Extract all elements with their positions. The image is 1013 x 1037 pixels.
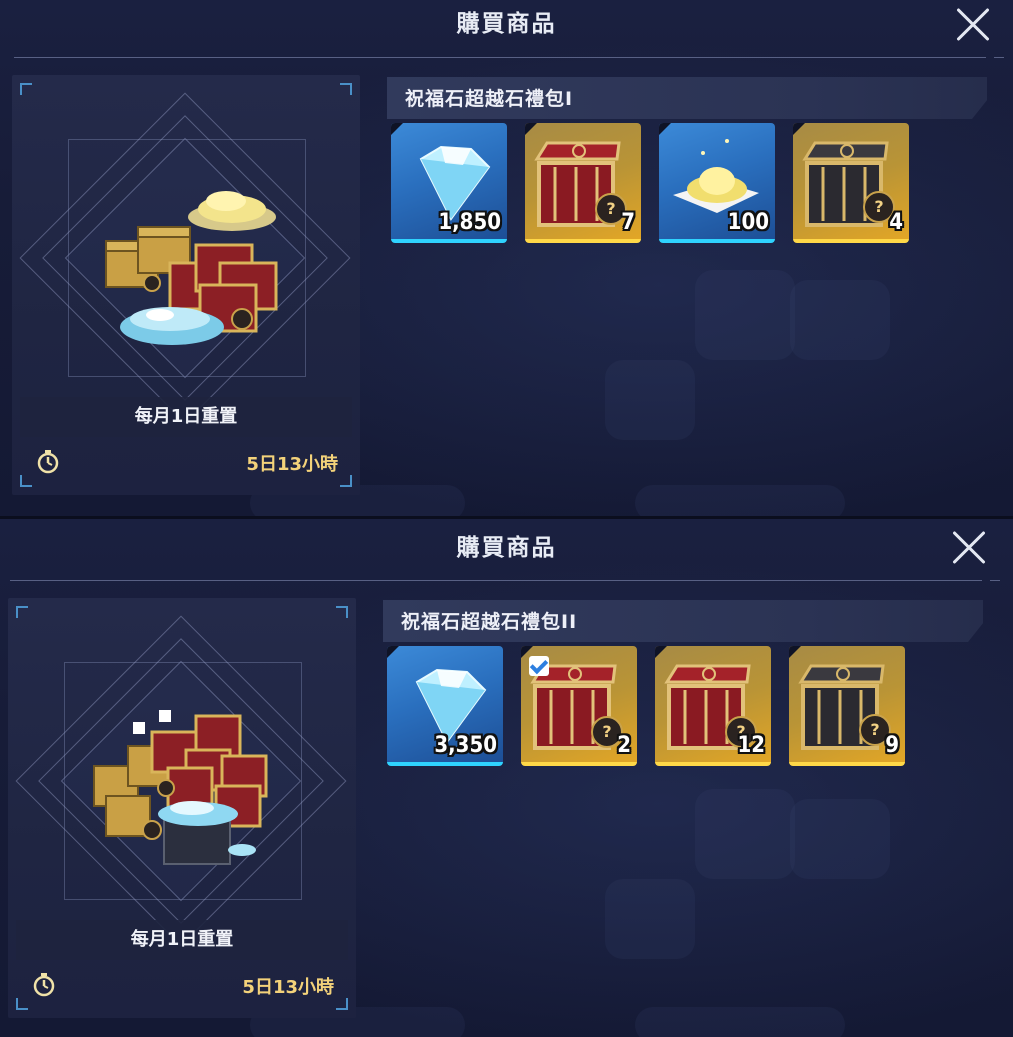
- bg-ghost-shape: [635, 485, 845, 518]
- bundle-name: 祝福石超越石禮包I: [405, 88, 574, 110]
- bundle-image: [93, 710, 268, 865]
- item-quantity: 3,350: [434, 733, 497, 758]
- purchase-panel-1: 購買商品 每月1日重置 5日13小時 祝福石超越石禮包I 1,850 ? 7 1…: [0, 0, 1013, 518]
- item-quantity: 100: [727, 210, 769, 235]
- stopwatch-icon: [37, 450, 59, 474]
- reward-item-red-chest[interactable]: ? 12: [655, 646, 771, 766]
- bundle-name-banner: 祝福石超越石禮包I: [387, 77, 987, 119]
- item-quantity: 12: [737, 733, 765, 758]
- checkbox-checked-icon[interactable]: [529, 656, 549, 676]
- bundle-image-frame: [19, 92, 352, 425]
- bg-ghost-shape: [790, 280, 890, 360]
- item-quantity: 2: [617, 733, 631, 758]
- reset-text: 每月1日重置: [20, 397, 352, 437]
- stopwatch-icon: [33, 973, 55, 997]
- header-divider-dash: [990, 580, 1000, 581]
- reward-item-gold-dust[interactable]: 100: [659, 123, 775, 243]
- purchase-panel-2: 購買商品 每月1日重置 5日13小時 祝福石超越石禮包II 3,350 ? 2 …: [0, 519, 1013, 1037]
- reward-item-diamond[interactable]: 1,850: [391, 123, 507, 243]
- bundle-preview-card: 每月1日重置 5日13小時: [12, 75, 360, 495]
- bundle-name-banner: 祝福石超越石禮包II: [383, 600, 983, 642]
- item-quantity: 7: [621, 210, 635, 235]
- bundle-preview-card: 每月1日重置 5日13小時: [8, 598, 356, 1018]
- bundle-name: 祝福石超越石禮包II: [401, 611, 578, 633]
- item-quantity: 1,850: [438, 210, 501, 235]
- item-quantity: 9: [885, 733, 899, 758]
- bg-ghost-shape: [790, 799, 890, 879]
- header-divider-dash: [994, 57, 1004, 58]
- reset-text: 每月1日重置: [16, 920, 348, 960]
- bg-ghost-shape: [695, 270, 795, 360]
- close-icon[interactable]: [949, 528, 989, 568]
- panel-title: 購買商品: [456, 11, 557, 37]
- item-quantity: 4: [889, 210, 903, 235]
- reward-item-dark-chest[interactable]: ? 4: [793, 123, 909, 243]
- close-icon[interactable]: [953, 5, 993, 45]
- bundle-image-frame: [15, 615, 348, 948]
- reward-item-red-chest[interactable]: ? 2: [521, 646, 637, 766]
- reward-item-red-chest[interactable]: ? 7: [525, 123, 641, 243]
- reward-item-diamond[interactable]: 3,350: [387, 646, 503, 766]
- header-divider: [10, 580, 982, 581]
- reward-item-dark-chest[interactable]: ? 9: [789, 646, 905, 766]
- bundle-image: [105, 191, 278, 345]
- timer-value: 5日13小時: [242, 977, 334, 998]
- header-divider: [14, 57, 986, 58]
- bg-ghost-shape: [605, 879, 695, 959]
- bg-ghost-shape: [605, 360, 695, 440]
- timer-row: 5日13小時: [16, 965, 348, 1005]
- bg-ghost-shape: [695, 789, 795, 879]
- bg-ghost-shape: [635, 1007, 845, 1037]
- timer-value: 5日13小時: [246, 454, 338, 475]
- timer-row: 5日13小時: [20, 442, 352, 482]
- panel-title: 購買商品: [456, 535, 557, 561]
